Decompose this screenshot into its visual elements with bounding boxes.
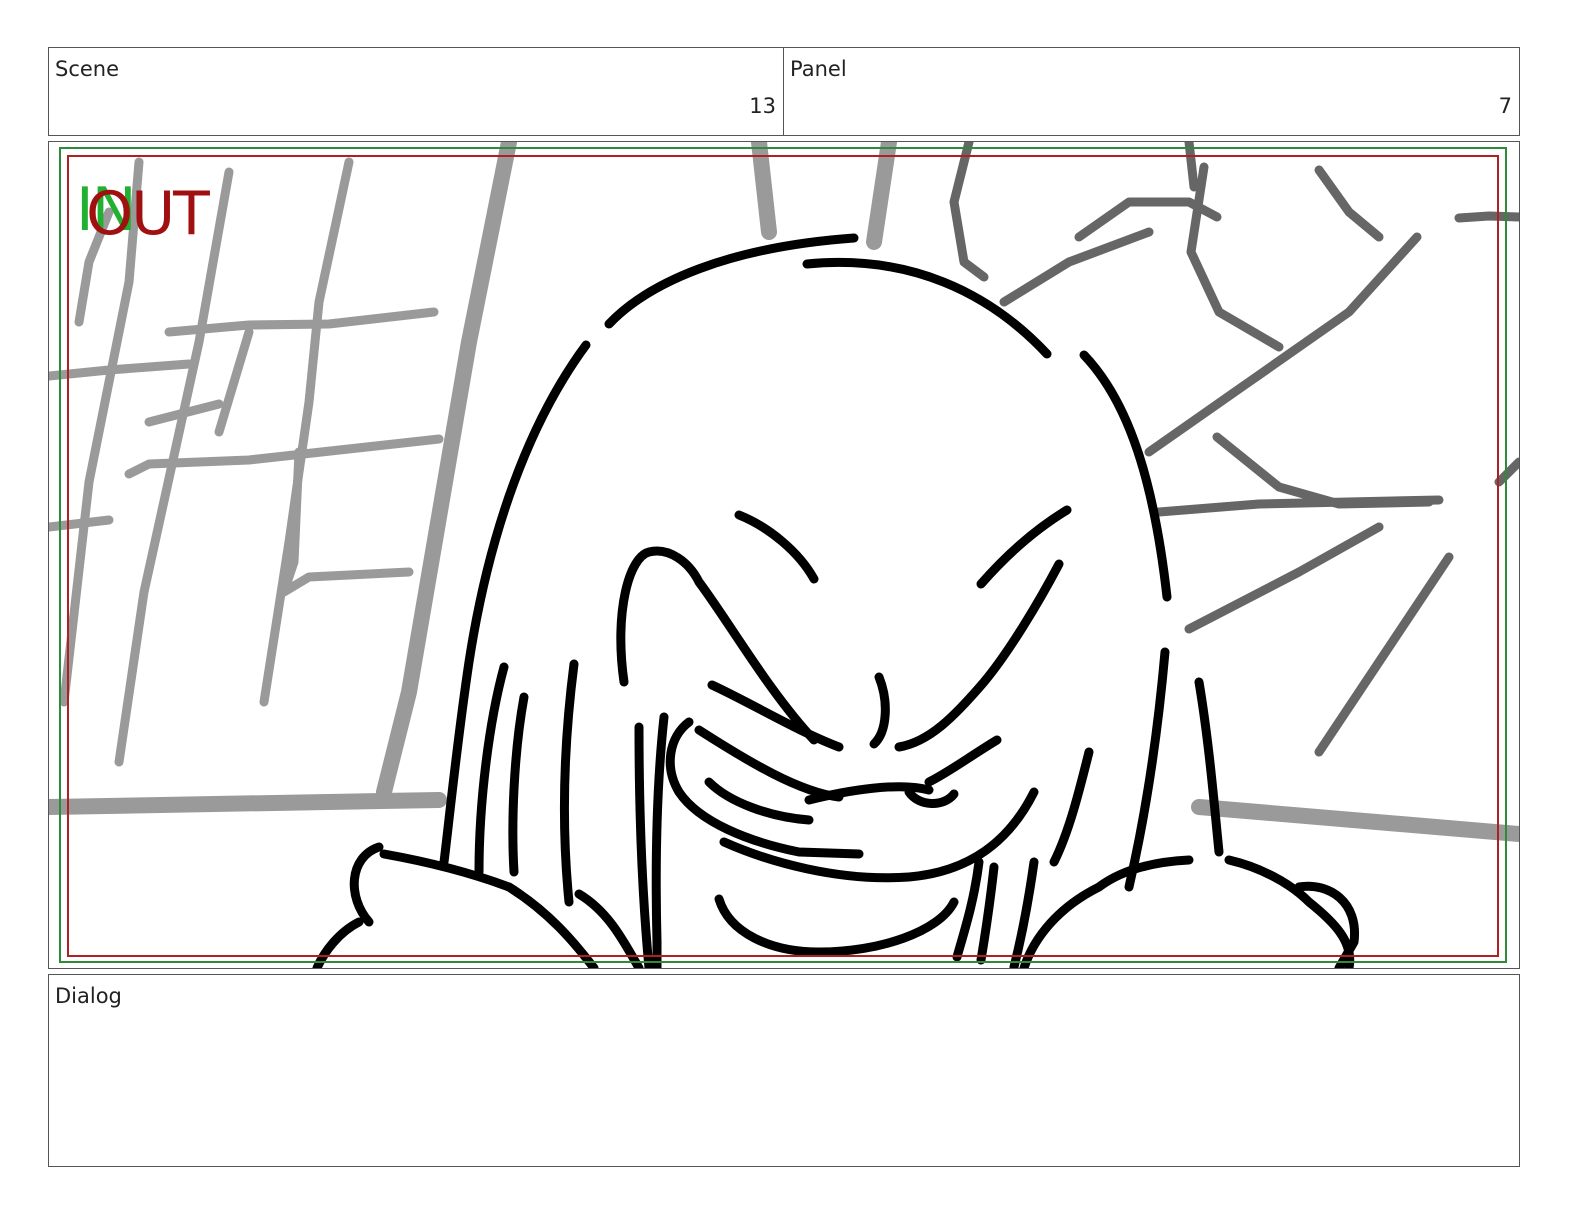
panel-number: 7	[1498, 94, 1512, 118]
action-safe-guide	[59, 147, 1507, 963]
panel-field: Panel 7	[783, 47, 1520, 136]
scene-label: Scene	[55, 57, 120, 81]
panel-label: Panel	[790, 57, 847, 81]
out-marker: OUT	[86, 179, 210, 249]
storyboard-frame: IN OUT	[48, 141, 1520, 969]
scene-number: 13	[749, 94, 776, 118]
sketch-image	[49, 142, 1519, 968]
dialog-field[interactable]: Dialog	[48, 974, 1520, 1167]
dialog-label: Dialog	[55, 984, 122, 1008]
scene-field: Scene 13	[48, 47, 784, 136]
